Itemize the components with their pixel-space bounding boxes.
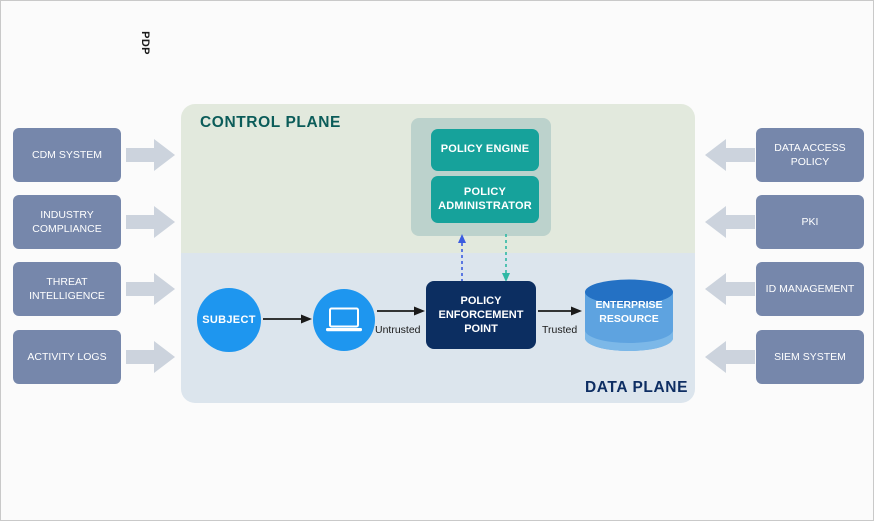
side-box-industry-compliance[interactable]: INDUSTRY COMPLIANCE — [13, 195, 121, 249]
laptop-icon — [326, 307, 362, 332]
side-arrow-left-siem-system — [705, 341, 755, 373]
side-box-siem-system[interactable]: SIEM SYSTEM — [756, 330, 864, 384]
side-box-label: ACTIVITY LOGS — [27, 350, 107, 363]
control-plane-label: CONTROL PLANE — [200, 114, 341, 131]
side-arrow-left-pki — [705, 206, 755, 238]
side-box-id-management[interactable]: ID MANAGEMENT — [756, 262, 864, 316]
policy-enforcement-point-node[interactable]: POLICY ENFORCEMENT POINT — [426, 281, 536, 349]
side-box-label: PKI — [801, 215, 819, 228]
untrusted-label: Untrusted — [375, 324, 421, 336]
side-box-cdm-system[interactable]: CDM SYSTEM — [13, 128, 121, 182]
policy-engine-box[interactable]: POLICY ENGINE — [431, 129, 539, 171]
side-box-label: CDM SYSTEM — [31, 148, 102, 161]
subject-label: SUBJECT — [202, 314, 256, 326]
diagram-canvas: CONTROL PLANE DATA PLANE POLICY ENGINE P… — [0, 0, 874, 521]
data-plane-label: DATA PLANE — [585, 379, 689, 396]
connector-down-arrow — [502, 234, 510, 282]
pdp-label: PDP — [139, 31, 151, 55]
side-arrow-right-industry-compliance — [126, 206, 175, 238]
enterprise-resource-node[interactable]: ENTERPRISE RESOURCE — [583, 279, 675, 351]
side-arrow-right-cdm — [126, 139, 175, 171]
enterprise-resource-label: ENTERPRISE RESOURCE — [595, 299, 663, 325]
arrow-subject-to-endpoint — [263, 314, 312, 324]
policy-administrator-box[interactable]: POLICY ADMINISTRATOR — [431, 176, 539, 223]
side-arrow-left-id-management — [705, 273, 755, 305]
trusted-label: Trusted — [542, 324, 578, 336]
side-box-label: SIEM SYSTEM — [774, 350, 846, 363]
endpoint-node[interactable] — [313, 289, 375, 351]
side-box-label: THREAT INTELLIGENCE — [29, 275, 105, 302]
pdp-group: POLICY ENGINE POLICY ADMINISTRATOR — [411, 118, 551, 236]
side-arrow-left-data-access-policy — [705, 139, 755, 171]
side-box-data-access-policy[interactable]: DATA ACCESS POLICY — [756, 128, 864, 182]
side-box-label: INDUSTRY COMPLIANCE — [32, 208, 102, 235]
side-box-label: DATA ACCESS POLICY — [774, 141, 846, 168]
pep-label: POLICY ENFORCEMENT POINT — [438, 294, 524, 336]
subject-node[interactable]: SUBJECT — [197, 288, 261, 352]
connector-up-arrow — [458, 234, 466, 282]
arrow-endpoint-to-pep — [377, 306, 425, 316]
side-box-activity-logs[interactable]: ACTIVITY LOGS — [13, 330, 121, 384]
side-box-threat-intelligence[interactable]: THREAT INTELLIGENCE — [13, 262, 121, 316]
side-box-label: ID MANAGEMENT — [765, 282, 855, 295]
side-box-pki[interactable]: PKI — [756, 195, 864, 249]
arrow-pep-to-resource — [538, 306, 582, 316]
side-arrow-right-threat-intelligence — [126, 273, 175, 305]
side-arrow-right-activity-logs — [126, 341, 175, 373]
